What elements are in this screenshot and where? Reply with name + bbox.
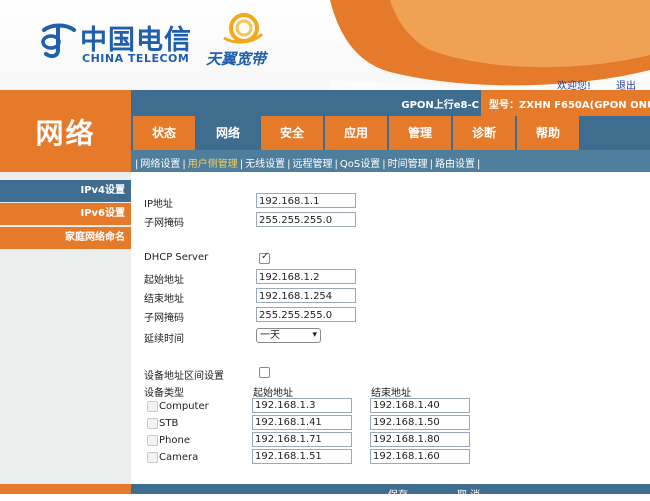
subnav-time-management[interactable]: 时间管理 [388,159,428,170]
device-camera-label: Camera [159,452,199,463]
gpon-status: GPON上行e8-C [401,100,479,111]
ip-address-input[interactable]: 192.168.1.1 [256,193,356,208]
end-address-label: 结束地址 [144,294,184,305]
device-type-header: 设备类型 [144,388,184,399]
start-address-input[interactable]: 192.168.1.2 [256,269,356,284]
device-phone-end-input[interactable]: 192.168.1.80 [370,432,470,447]
dhcp-subnet-mask-input[interactable]: 255.255.255.0 [256,307,356,322]
sidebar-item-ipv4[interactable]: IPv4设置 [0,180,131,202]
subnav-separator: | [287,159,291,170]
device-camera-end-input[interactable]: 192.168.1.60 [370,449,470,464]
tab-management[interactable]: 管理 [389,116,451,150]
device-phone-start-input[interactable]: 192.168.1.71 [252,432,352,447]
subnav-routing-settings[interactable]: 路由设置 [435,159,475,170]
subnav-separator: | [334,159,338,170]
bottom-left-bar [0,484,131,494]
section-title: 网络 [35,117,96,150]
device-computer-start-input[interactable]: 192.168.1.3 [252,398,352,413]
end-address-input[interactable]: 192.168.1.254 [256,288,356,303]
dhcp-subnet-mask-label: 子网掩码 [144,313,184,324]
device-phone-checkbox[interactable] [147,435,158,446]
device-range-label: 设备地址区间设置 [144,371,224,382]
tab-diagnosis[interactable]: 诊断 [453,116,515,150]
device-camera-checkbox[interactable] [147,452,158,463]
subnav-separator: | [239,159,244,170]
subnet-mask-input[interactable]: 255.255.255.0 [256,212,356,227]
lease-time-select[interactable]: 一天 ▾ [256,328,321,343]
tab-network[interactable]: 网络 [197,116,259,150]
subnav-network-settings[interactable]: 网络设置 [140,159,180,170]
lease-time-label: 延续时间 [144,334,184,345]
chevron-down-icon: ▾ [312,330,317,340]
broadband-brand: 天翼宽带 [206,50,267,68]
subnav-separator: | [182,159,186,170]
device-stb-label: STB [159,418,179,429]
sidebar-item-ipv6[interactable]: IPv6设置 [0,203,131,225]
subnav-separator: | [382,159,386,170]
start-address-label: 起始地址 [144,275,184,286]
subnav-user-side-management[interactable]: 用户侧管理 [188,159,238,170]
tab-status[interactable]: 状态 [133,116,195,150]
tab-security[interactable]: 安全 [261,116,323,150]
subnav-separator: | [135,159,139,170]
device-range-checkbox[interactable] [259,367,270,378]
subnet-mask-label: 子网掩码 [144,218,184,229]
subnav-qos-settings[interactable]: QoS设置 [340,159,380,170]
device-computer-end-input[interactable]: 192.168.1.40 [370,398,470,413]
device-computer-label: Computer [159,401,209,412]
subnav-separator: | [429,159,433,170]
device-computer-checkbox[interactable] [147,401,158,412]
ip-address-label: IP地址 [144,199,173,210]
tianyi-logo-icon [223,13,264,44]
device-stb-start-input[interactable]: 192.168.1.41 [252,415,352,430]
header-swoosh [330,0,650,90]
device-camera-start-input[interactable]: 192.168.1.51 [252,449,352,464]
dhcp-server-checkbox[interactable] [259,251,270,264]
lease-time-value: 一天 [260,330,280,341]
device-stb-end-input[interactable]: 192.168.1.50 [370,415,470,430]
tab-help[interactable]: 帮助 [517,116,579,150]
china-telecom-logo-icon [41,23,76,59]
device-stb-checkbox[interactable] [147,418,158,429]
subnav-wireless-settings[interactable]: 无线设置 [245,159,285,170]
subnav-separator: | [476,159,481,170]
dhcp-server-label: DHCP Server [144,252,209,263]
sidebar-item-home-network-name[interactable]: 家庭网络命名 [0,227,131,249]
device-phone-label: Phone [159,435,190,446]
china-telecom-brand-en: CHINA TELECOM [82,52,190,65]
subnav-remote-management[interactable]: 远程管理 [293,159,333,170]
model-text: 型号：ZXHN F650A(GPON ONU) [489,100,650,111]
start-address-header: 起始地址 [253,388,293,399]
end-address-header: 结束地址 [371,388,411,399]
tab-application[interactable]: 应用 [325,116,387,150]
subnav-items: | 网络设置 | 用户侧管理 | 无线设置 | 远程管理 | QoS设置 | 时间管理 | 路由设置 | [133,155,482,170]
